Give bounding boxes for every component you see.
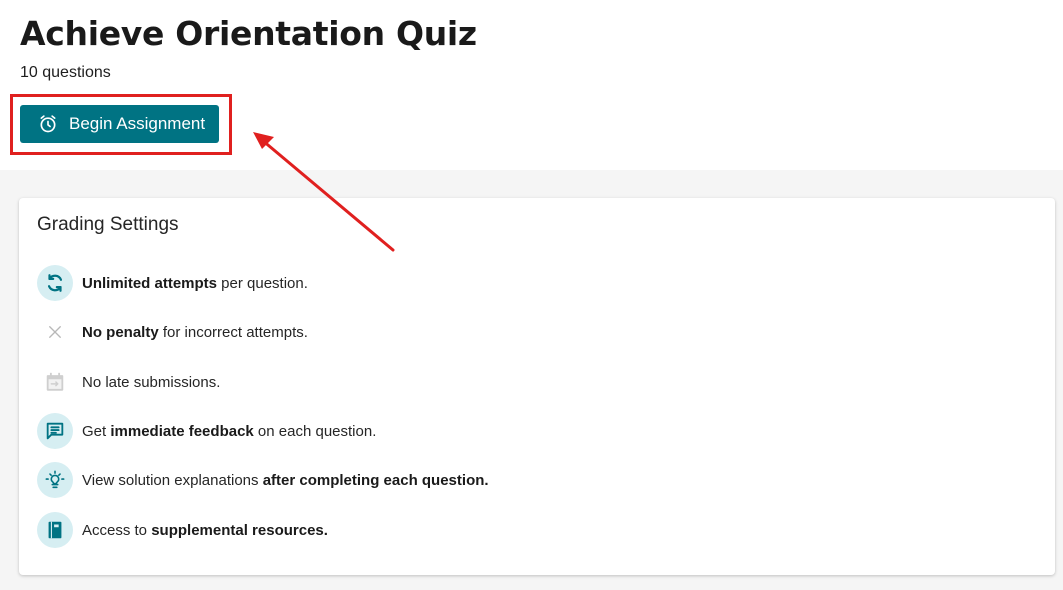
grading-settings-card: Grading Settings Unlimited attempts per … [19, 198, 1055, 575]
setting-text: View solution explanations after complet… [82, 471, 489, 489]
setting-text: Unlimited attempts per question. [82, 274, 308, 292]
grading-settings-title: Grading Settings [37, 214, 179, 235]
annotation-highlight-box [10, 94, 232, 155]
setting-no-late-submissions: No late submissions. [37, 364, 220, 400]
close-icon [37, 314, 73, 350]
setting-solution-explanations: View solution explanations after complet… [37, 462, 489, 498]
feedback-icon [37, 413, 73, 449]
refresh-icon [37, 265, 73, 301]
page-title: Achieve Orientation Quiz [20, 14, 477, 53]
setting-text: No late submissions. [82, 373, 221, 391]
assignment-header: Achieve Orientation Quiz 10 questions Be… [0, 0, 1063, 170]
setting-text: No penalty for incorrect attempts. [82, 323, 308, 341]
setting-no-penalty: No penalty for incorrect attempts. [37, 314, 308, 350]
lightbulb-icon [37, 462, 73, 498]
setting-unlimited-attempts: Unlimited attempts per question. [37, 265, 308, 301]
calendar-icon [37, 364, 73, 400]
setting-text: Access to supplemental resources. [82, 521, 328, 539]
question-count: 10 questions [20, 64, 111, 81]
book-icon [37, 512, 73, 548]
setting-supplemental-resources: Access to supplemental resources. [37, 512, 328, 548]
setting-immediate-feedback: Get immediate feedback on each question. [37, 413, 376, 449]
setting-text: Get immediate feedback on each question. [82, 422, 377, 440]
